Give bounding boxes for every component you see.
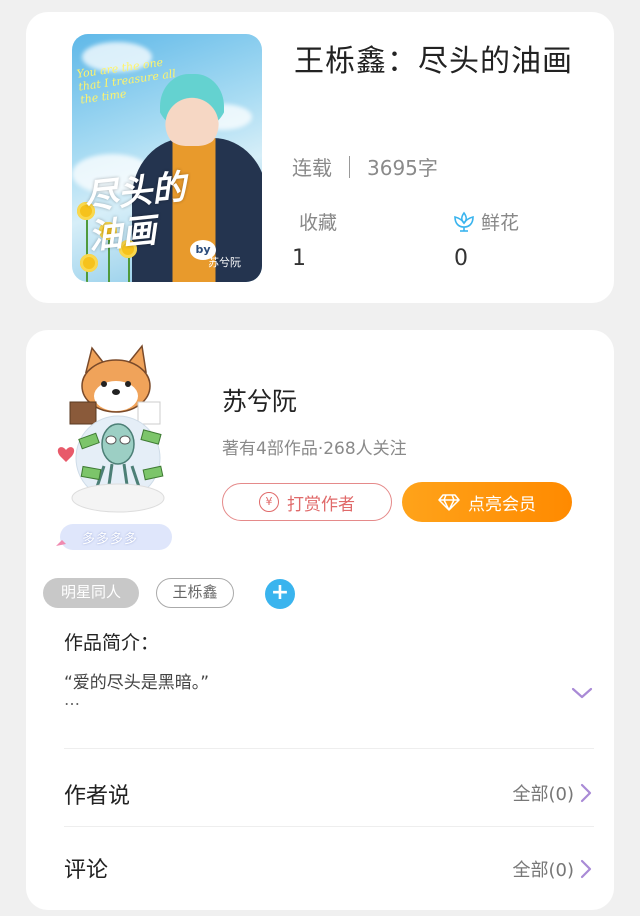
- expand-chevron-down-icon[interactable]: [571, 686, 593, 700]
- book-status: 连载: [292, 156, 332, 180]
- favorites-label[interactable]: 收藏: [299, 208, 337, 235]
- author-stats: 著有4部作品·268人关注: [222, 439, 407, 459]
- tip-author-button[interactable]: ¥ 打赏作者: [222, 483, 392, 521]
- author-says-label: 作者说: [64, 784, 131, 809]
- tag-category[interactable]: 明星同人: [43, 578, 139, 608]
- book-info-card: You are the one that I treasure all the …: [26, 12, 614, 303]
- comments-link[interactable]: 全部(0): [513, 856, 593, 882]
- flowers-count: 0: [454, 246, 468, 271]
- activate-vip-button[interactable]: 点亮会员: [402, 482, 572, 522]
- intro-text: “爱的尽头是黑暗。”: [64, 673, 210, 693]
- favorites-count: 1: [292, 246, 306, 271]
- author-says-link[interactable]: 全部(0): [513, 780, 593, 806]
- book-meta: 连载 3695字: [292, 152, 438, 181]
- tag-character[interactable]: 王栎鑫: [156, 578, 234, 608]
- plus-icon: +: [270, 580, 290, 605]
- intro-label: 作品简介：: [64, 632, 160, 654]
- cover-title-text: 尽头的油画: [82, 167, 188, 258]
- favorites-label-text: 收藏: [299, 212, 338, 234]
- book-title: 王栎鑫：尽头的油画: [294, 44, 573, 79]
- tip-author-label: 打赏作者: [287, 494, 355, 515]
- comments-label: 评论: [64, 858, 109, 883]
- add-tag-button[interactable]: +: [265, 579, 295, 609]
- word-count: 3695字: [367, 156, 438, 180]
- author-says-all-text: 全部(0): [512, 784, 575, 805]
- book-cover[interactable]: You are the one that I treasure all the …: [72, 34, 262, 282]
- vip-button-label: 点亮会员: [468, 494, 536, 515]
- flowers-label[interactable]: 鲜花: [452, 208, 519, 235]
- author-name[interactable]: 苏兮阮: [222, 382, 297, 418]
- yen-icon: ¥: [259, 492, 279, 512]
- cover-author-text: 苏兮阮: [208, 256, 241, 269]
- chevron-right-icon: [580, 859, 592, 879]
- chevron-right-icon: [580, 783, 592, 803]
- comments-all-text: 全部(0): [512, 860, 575, 881]
- author-card: 多多多多 苏兮阮 著有4部作品·268人关注 ¥ 打赏作者 点亮会员 明星同人 …: [26, 330, 614, 910]
- diamond-icon: [438, 494, 460, 511]
- divider: [64, 748, 594, 749]
- corgi-avatar-illustration: [56, 344, 172, 550]
- flowers-label-text: 鲜花: [481, 212, 520, 234]
- flower-icon: [454, 211, 474, 232]
- intro-ellipsis: …: [64, 690, 80, 709]
- avatar-caption: 多多多多: [82, 532, 139, 547]
- author-avatar[interactable]: 多多多多: [46, 340, 186, 555]
- divider: [64, 826, 594, 827]
- meta-divider: [349, 155, 350, 178]
